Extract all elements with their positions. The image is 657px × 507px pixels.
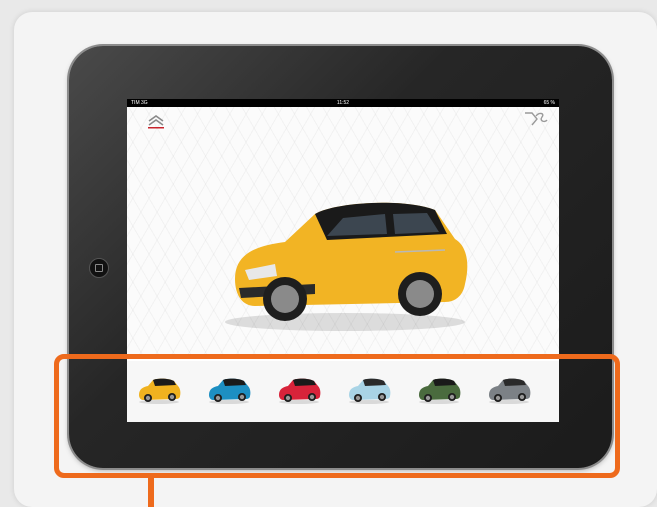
citroen-logo-icon[interactable] (145, 113, 167, 129)
hero-car-image (225, 202, 468, 331)
battery-label: 65 % (543, 100, 555, 106)
ds-logo-icon[interactable] (523, 109, 549, 129)
home-button[interactable] (89, 258, 109, 278)
annotation-pointer (148, 478, 154, 507)
carrier-label: TIM 3G (131, 100, 148, 106)
status-time: 11:52 (336, 100, 350, 106)
status-bar: TIM 3G 11:52 65 % (127, 99, 559, 107)
annotation-highlight-box (54, 354, 620, 478)
